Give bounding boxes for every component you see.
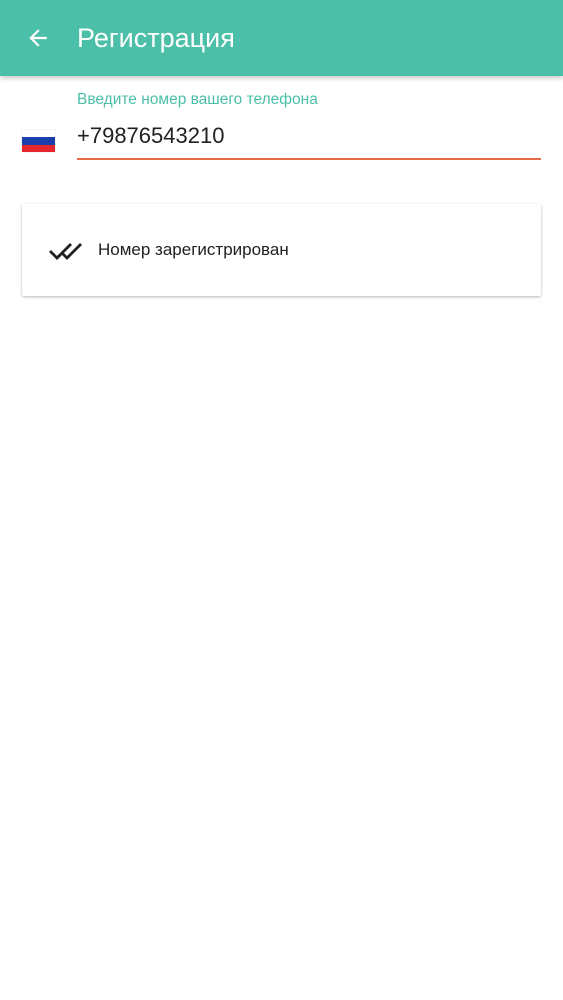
back-button[interactable]	[14, 14, 62, 62]
phone-field-underline	[77, 158, 541, 160]
phone-input[interactable]	[77, 116, 541, 156]
russia-flag-icon[interactable]	[22, 130, 55, 152]
phone-field-label: Введите номер вашего телефона	[77, 91, 318, 108]
app-bar: Регистрация	[0, 0, 563, 76]
status-card: Номер зарегистрирован	[22, 204, 541, 296]
page-title: Регистрация	[77, 23, 235, 53]
done-all-icon	[49, 243, 82, 260]
arrow-back-icon	[29, 29, 47, 47]
status-message: Номер зарегистрирован	[98, 240, 289, 259]
